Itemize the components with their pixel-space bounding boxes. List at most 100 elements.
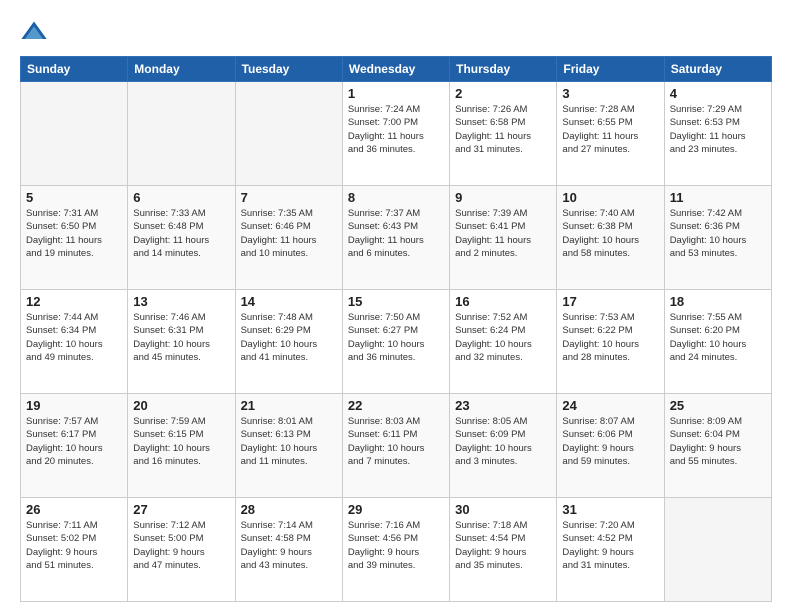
day-cell: 30 Sunrise: 7:18 AM Sunset: 4:54 PM Dayli… (450, 498, 557, 602)
day-number: 20 (133, 398, 229, 413)
day-cell: 1 Sunrise: 7:24 AM Sunset: 7:00 PM Daylig… (342, 82, 449, 186)
day-number: 1 (348, 86, 444, 101)
day-info: Sunrise: 7:53 AM Sunset: 6:22 PM Dayligh… (562, 311, 658, 364)
weekday-header-wednesday: Wednesday (342, 57, 449, 82)
day-info: Sunrise: 7:55 AM Sunset: 6:20 PM Dayligh… (670, 311, 766, 364)
day-info: Sunrise: 7:26 AM Sunset: 6:58 PM Dayligh… (455, 103, 551, 156)
logo (20, 18, 52, 46)
day-number: 21 (241, 398, 337, 413)
weekday-header-friday: Friday (557, 57, 664, 82)
day-info: Sunrise: 7:29 AM Sunset: 6:53 PM Dayligh… (670, 103, 766, 156)
day-info: Sunrise: 8:03 AM Sunset: 6:11 PM Dayligh… (348, 415, 444, 468)
day-info: Sunrise: 8:07 AM Sunset: 6:06 PM Dayligh… (562, 415, 658, 468)
day-cell (21, 82, 128, 186)
day-info: Sunrise: 8:09 AM Sunset: 6:04 PM Dayligh… (670, 415, 766, 468)
day-cell: 7 Sunrise: 7:35 AM Sunset: 6:46 PM Daylig… (235, 186, 342, 290)
day-number: 8 (348, 190, 444, 205)
day-info: Sunrise: 7:16 AM Sunset: 4:56 PM Dayligh… (348, 519, 444, 572)
weekday-header-monday: Monday (128, 57, 235, 82)
day-cell: 11Sunrise: 7:42 AM Sunset: 6:36 PM Dayli… (664, 186, 771, 290)
day-info: Sunrise: 7:52 AM Sunset: 6:24 PM Dayligh… (455, 311, 551, 364)
calendar-body: 1 Sunrise: 7:24 AM Sunset: 7:00 PM Daylig… (21, 82, 772, 602)
day-number: 4 (670, 86, 766, 101)
day-info: Sunrise: 7:50 AM Sunset: 6:27 PM Dayligh… (348, 311, 444, 364)
day-cell: 10 Sunrise: 7:40 AM Sunset: 6:38 PM Dayli… (557, 186, 664, 290)
day-cell (235, 82, 342, 186)
day-info: Sunrise: 7:18 AM Sunset: 4:54 PM Dayligh… (455, 519, 551, 572)
week-row-3: 12 Sunrise: 7:44 AM Sunset: 6:34 PM Dayli… (21, 290, 772, 394)
day-number: 22 (348, 398, 444, 413)
day-number: 2 (455, 86, 551, 101)
day-info: Sunrise: 7:37 AM Sunset: 6:43 PM Dayligh… (348, 207, 444, 260)
day-number: 17 (562, 294, 658, 309)
day-number: 30 (455, 502, 551, 517)
day-info: Sunrise: 7:59 AM Sunset: 6:15 PM Dayligh… (133, 415, 229, 468)
day-cell: 28Sunrise: 7:14 AM Sunset: 4:58 PM Dayli… (235, 498, 342, 602)
day-number: 19 (26, 398, 122, 413)
day-number: 31 (562, 502, 658, 517)
day-info: Sunrise: 7:44 AM Sunset: 6:34 PM Dayligh… (26, 311, 122, 364)
day-cell: 14 Sunrise: 7:48 AM Sunset: 6:29 PM Dayli… (235, 290, 342, 394)
page: SundayMondayTuesdayWednesdayThursdayFrid… (0, 0, 792, 612)
day-number: 14 (241, 294, 337, 309)
day-number: 16 (455, 294, 551, 309)
week-row-1: 1 Sunrise: 7:24 AM Sunset: 7:00 PM Daylig… (21, 82, 772, 186)
day-cell: 21 Sunrise: 8:01 AM Sunset: 6:13 PM Dayli… (235, 394, 342, 498)
weekday-header-tuesday: Tuesday (235, 57, 342, 82)
day-cell: 27 Sunrise: 7:12 AM Sunset: 5:00 PM Dayli… (128, 498, 235, 602)
day-info: Sunrise: 8:05 AM Sunset: 6:09 PM Dayligh… (455, 415, 551, 468)
day-number: 13 (133, 294, 229, 309)
calendar-table: SundayMondayTuesdayWednesdayThursdayFrid… (20, 56, 772, 602)
day-cell: 3 Sunrise: 7:28 AM Sunset: 6:55 PM Daylig… (557, 82, 664, 186)
weekday-header-saturday: Saturday (664, 57, 771, 82)
day-number: 27 (133, 502, 229, 517)
week-row-4: 19 Sunrise: 7:57 AM Sunset: 6:17 PM Dayli… (21, 394, 772, 498)
day-number: 7 (241, 190, 337, 205)
logo-icon (20, 18, 48, 46)
day-cell: 9Sunrise: 7:39 AM Sunset: 6:41 PM Daylig… (450, 186, 557, 290)
day-number: 23 (455, 398, 551, 413)
day-info: Sunrise: 7:11 AM Sunset: 5:02 PM Dayligh… (26, 519, 122, 572)
day-info: Sunrise: 7:40 AM Sunset: 6:38 PM Dayligh… (562, 207, 658, 260)
day-info: Sunrise: 7:24 AM Sunset: 7:00 PM Dayligh… (348, 103, 444, 156)
day-number: 18 (670, 294, 766, 309)
day-info: Sunrise: 7:39 AM Sunset: 6:41 PM Dayligh… (455, 207, 551, 260)
day-info: Sunrise: 7:33 AM Sunset: 6:48 PM Dayligh… (133, 207, 229, 260)
day-info: Sunrise: 7:35 AM Sunset: 6:46 PM Dayligh… (241, 207, 337, 260)
day-number: 3 (562, 86, 658, 101)
day-number: 25 (670, 398, 766, 413)
day-info: Sunrise: 7:12 AM Sunset: 5:00 PM Dayligh… (133, 519, 229, 572)
day-cell: 4 Sunrise: 7:29 AM Sunset: 6:53 PM Daylig… (664, 82, 771, 186)
day-cell: 22 Sunrise: 8:03 AM Sunset: 6:11 PM Dayli… (342, 394, 449, 498)
day-number: 12 (26, 294, 122, 309)
day-cell: 16 Sunrise: 7:52 AM Sunset: 6:24 PM Dayli… (450, 290, 557, 394)
day-info: Sunrise: 7:42 AM Sunset: 6:36 PM Dayligh… (670, 207, 766, 260)
day-cell: 13 Sunrise: 7:46 AM Sunset: 6:31 PM Dayli… (128, 290, 235, 394)
day-cell: 5Sunrise: 7:31 AM Sunset: 6:50 PM Daylig… (21, 186, 128, 290)
day-cell: 31Sunrise: 7:20 AM Sunset: 4:52 PM Dayli… (557, 498, 664, 602)
day-cell: 18 Sunrise: 7:55 AM Sunset: 6:20 PM Dayli… (664, 290, 771, 394)
day-cell: 29 Sunrise: 7:16 AM Sunset: 4:56 PM Dayli… (342, 498, 449, 602)
day-number: 10 (562, 190, 658, 205)
day-info: Sunrise: 7:28 AM Sunset: 6:55 PM Dayligh… (562, 103, 658, 156)
day-info: Sunrise: 7:14 AM Sunset: 4:58 PM Dayligh… (241, 519, 337, 572)
day-number: 6 (133, 190, 229, 205)
header (20, 18, 772, 46)
day-info: Sunrise: 7:57 AM Sunset: 6:17 PM Dayligh… (26, 415, 122, 468)
day-cell (128, 82, 235, 186)
day-number: 24 (562, 398, 658, 413)
day-cell: 26Sunrise: 7:11 AM Sunset: 5:02 PM Dayli… (21, 498, 128, 602)
day-info: Sunrise: 7:48 AM Sunset: 6:29 PM Dayligh… (241, 311, 337, 364)
day-cell: 19 Sunrise: 7:57 AM Sunset: 6:17 PM Dayli… (21, 394, 128, 498)
day-info: Sunrise: 8:01 AM Sunset: 6:13 PM Dayligh… (241, 415, 337, 468)
day-cell (664, 498, 771, 602)
calendar-header: SundayMondayTuesdayWednesdayThursdayFrid… (21, 57, 772, 82)
day-cell: 12 Sunrise: 7:44 AM Sunset: 6:34 PM Dayli… (21, 290, 128, 394)
day-info: Sunrise: 7:31 AM Sunset: 6:50 PM Dayligh… (26, 207, 122, 260)
day-number: 29 (348, 502, 444, 517)
weekday-row: SundayMondayTuesdayWednesdayThursdayFrid… (21, 57, 772, 82)
day-info: Sunrise: 7:46 AM Sunset: 6:31 PM Dayligh… (133, 311, 229, 364)
day-cell: 2 Sunrise: 7:26 AM Sunset: 6:58 PM Daylig… (450, 82, 557, 186)
day-cell: 6 Sunrise: 7:33 AM Sunset: 6:48 PM Daylig… (128, 186, 235, 290)
day-number: 15 (348, 294, 444, 309)
